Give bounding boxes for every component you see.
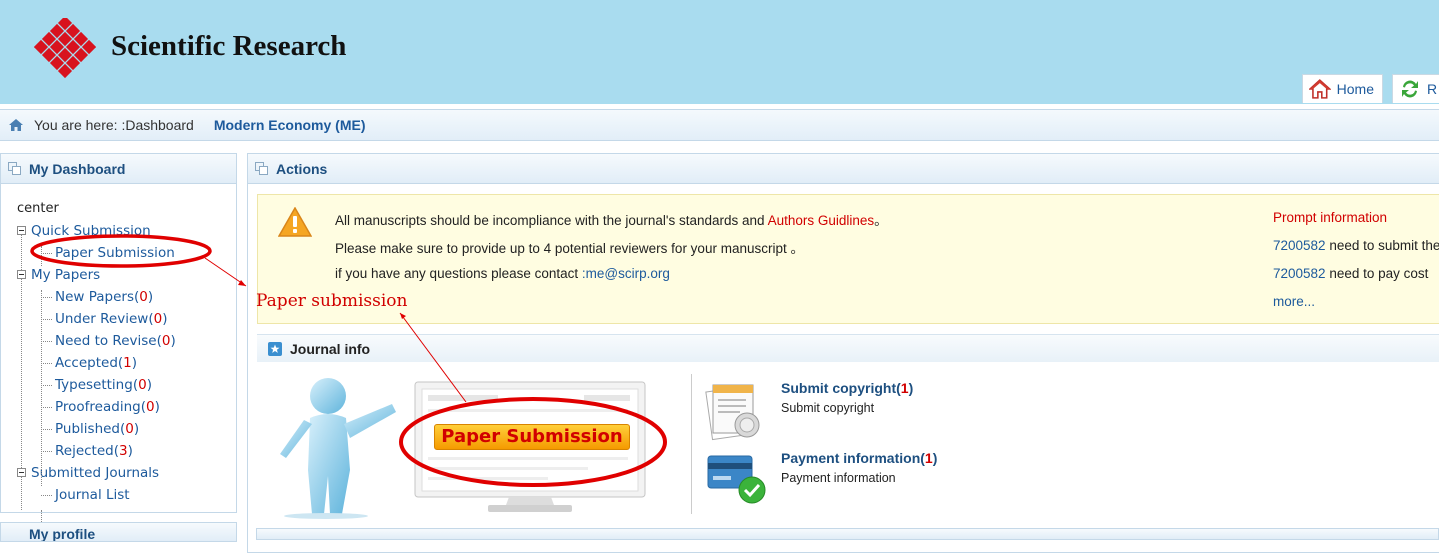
profile-panel-header[interactable]: My profile [0,522,237,542]
submit-copyright-link[interactable]: Submit copyright(1) [781,380,913,396]
notice-line-contact: if you have any questions please contact… [335,266,670,281]
mascot-figure [280,378,396,519]
tree-accepted[interactable]: Accepted(1) [41,352,236,374]
prompt-text: need to submit the [1325,238,1439,253]
manuscript-id-link[interactable]: 7200582 [1273,238,1326,253]
tree-label: New Papers [55,289,135,305]
manuscript-id-link[interactable]: 7200582 [1273,266,1326,281]
journal-info-header: Journal info [257,334,1439,362]
collapse-icon[interactable] [17,468,26,477]
notice-line-guidelines: All manuscripts should be incompliance w… [335,209,888,229]
sidebar-title: My Dashboard [29,160,126,177]
breadcrumb-journal[interactable]: Modern Economy (ME) [214,117,366,133]
tree-label: Submitted Journals [31,465,160,481]
tree-journal-list[interactable]: Journal List [41,484,236,506]
prompt-title: Prompt information [1273,210,1388,225]
tree-label: Under Review [55,311,149,327]
paper-count: 0 [146,399,155,415]
tree-need-to-revise[interactable]: Need to Revise(0) [41,330,236,352]
annotation-label: Paper submission [256,291,408,311]
actions-header: Actions [248,154,1439,184]
tree-quick-submission[interactable]: Quick Submission [17,220,236,242]
tree-root: center [17,201,59,216]
paper-count: 0 [161,333,171,349]
paper-count: 0 [125,421,134,437]
more-link[interactable]: more... [1273,294,1315,309]
prompt-text: need to pay cost [1325,266,1429,281]
home-icon [1309,79,1331,99]
breadcrumb-location: You are here: :Dashboard [34,117,194,133]
authors-guidelines-link[interactable]: Authors Guidlines [768,213,875,228]
panel-icon [255,162,268,175]
tree-proofreading[interactable]: Proofreading(0) [41,396,236,418]
tree-label: Need to Revise [55,333,157,349]
info-title-text: Payment information [781,450,921,466]
tree-my-papers[interactable]: My Papers [17,264,236,286]
notice-text: All manuscripts should be incompliance w… [335,213,768,228]
notice-line-reviewers: Please make sure to provide up to 4 pote… [335,241,804,256]
tree-under-review[interactable]: Under Review(0) [41,308,236,330]
tree-label: Journal List [55,487,130,503]
contact-email-link[interactable]: :me@scirp.org [582,266,670,281]
payment-information-subtitle: Payment information [781,471,896,485]
paper-count: 1 [123,355,132,371]
annotation-arrowhead [238,280,246,286]
payment-card-icon [707,455,766,504]
journal-info-divider [691,374,692,514]
actions-panel: Actions All manuscripts should be incomp… [247,153,1439,553]
dashboard-tree: center Quick Submission Paper Submission… [1,184,236,530]
refresh-icon [1402,80,1418,98]
tree-label: Paper Submission [55,245,175,261]
brand-name: Scientific Research [111,30,347,62]
site-header: Scientific Research Home R [0,0,1439,104]
logo-icon [34,18,96,79]
notice-box: All manuscripts should be incompliance w… [257,194,1439,324]
warning-icon [278,207,312,237]
info-title-text: Submit copyright [781,380,897,396]
tree-published[interactable]: Published(0) [41,418,236,440]
copyright-document-icon [705,384,760,441]
payment-count: 1 [924,450,933,466]
tree-label: Typesetting [55,377,133,393]
tree-new-papers[interactable]: New Papers(0) [41,286,236,308]
collapse-icon[interactable] [17,270,26,279]
announcement-panel-header [256,528,1439,540]
refresh-label: R [1427,81,1438,97]
tree-typesetting[interactable]: Typesetting(0) [41,374,236,396]
breadcrumb-home-icon [9,119,23,131]
payment-information-link[interactable]: Payment information(1) [781,450,937,466]
star-icon [268,341,282,356]
journal-info-title: Journal info [290,340,371,357]
paper-submission-banner-button[interactable]: Paper Submission [434,424,630,450]
dashboard-sidebar: My Dashboard center Quick Submission Pap… [0,153,237,530]
tree-rejected[interactable]: Rejected(3) [41,440,236,462]
tree-label: Accepted [55,355,118,371]
sidebar-header: My Dashboard [1,154,236,184]
refresh-button[interactable]: R [1392,74,1439,103]
profile-panel-title: My profile [29,526,96,542]
actions-title: Actions [276,160,328,177]
paper-count: 0 [153,311,163,327]
paper-count: 0 [138,377,147,393]
panel-icon [8,162,21,175]
notice-text: if you have any questions please contact [335,266,582,281]
prompt-item: 7200582 need to pay cost [1273,266,1428,281]
submit-copyright-subtitle: Submit copyright [781,401,875,415]
paper-count: 0 [139,289,148,305]
notice-text: 。 [874,213,888,228]
collapse-icon[interactable] [17,226,26,235]
tree-submitted-journals[interactable]: Submitted Journals [17,462,236,484]
tree-label: Proofreading [55,399,141,415]
paper-count: 3 [119,443,128,459]
home-button[interactable]: Home [1302,74,1383,103]
prompt-item: 7200582 need to submit the [1273,238,1439,253]
breadcrumb: You are here: :Dashboard Modern Economy … [0,109,1439,141]
tree-paper-submission[interactable]: Paper Submission [41,242,236,264]
copyright-count: 1 [900,380,909,396]
tree-label: Quick Submission [31,223,151,239]
tree-label: Rejected [55,443,114,459]
home-label: Home [1336,81,1374,97]
tree-label: My Papers [31,267,101,283]
tree-label: Published [55,421,120,437]
